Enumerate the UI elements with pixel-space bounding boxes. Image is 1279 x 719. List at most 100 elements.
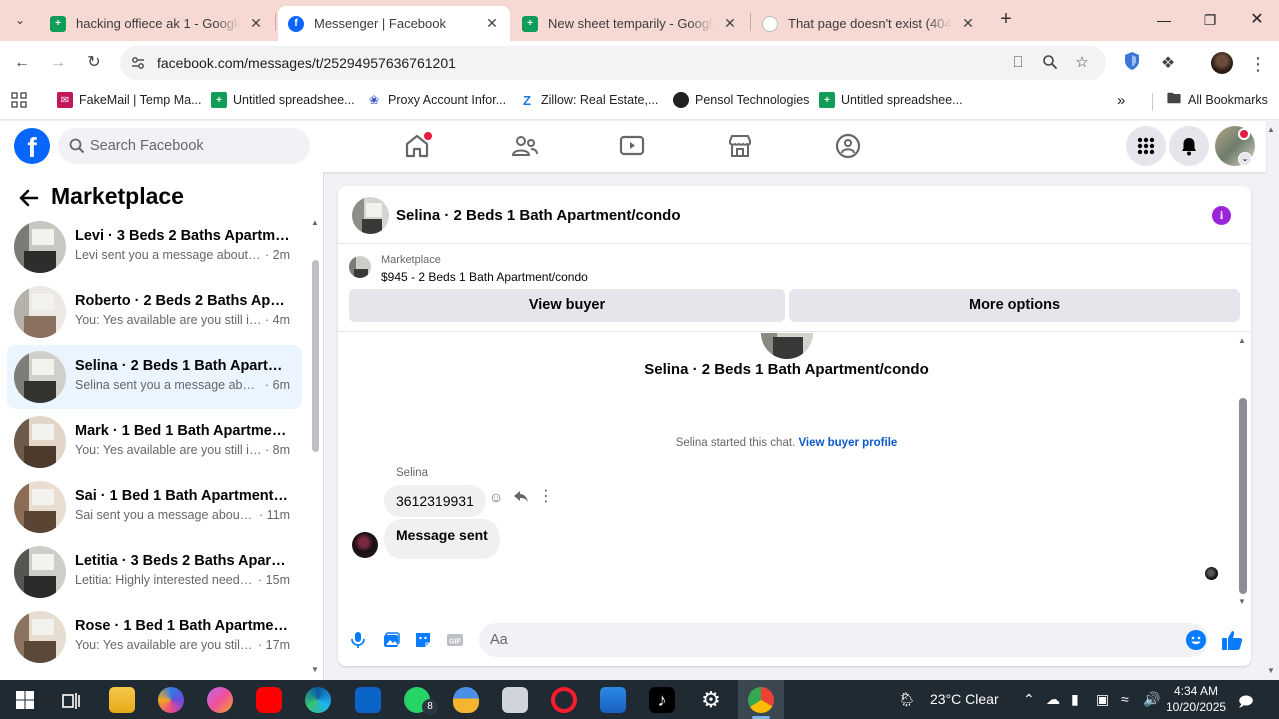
close-tab-icon[interactable]: ✕ xyxy=(248,15,264,32)
browser-tab-messenger[interactable]: f Messenger | Facebook ✕ xyxy=(278,6,510,41)
notifications-button[interactable] xyxy=(1169,126,1209,166)
chat-scroll-up-icon[interactable]: ▲ xyxy=(1238,336,1246,345)
apps-grid-icon[interactable] xyxy=(11,92,27,108)
tray-chevron-up-icon[interactable]: ⌃ xyxy=(1023,691,1035,708)
conversation-item[interactable]: Mark · 1 Bed 1 Bath Apartment/... You: Ye… xyxy=(7,410,302,474)
page-scroll-up-icon[interactable]: ▲ xyxy=(1267,125,1275,134)
photo-icon[interactable] xyxy=(381,630,401,650)
conversation-item[interactable]: Rose · 1 Bed 1 Bath Apartment/c... You: Y… xyxy=(7,605,302,669)
browser-tab-404[interactable]: That page doesn't exist (404) - Facebook… xyxy=(752,6,986,41)
browser-tab-sheets-2[interactable]: + New sheet temparily - Google Sheets ✕ xyxy=(512,6,748,41)
back-arrow-icon[interactable] xyxy=(17,186,41,210)
more-bookmarks-chevron-icon[interactable]: » xyxy=(1117,92,1125,109)
microphone-icon[interactable] xyxy=(348,630,368,650)
microsoft-store-icon[interactable] xyxy=(600,687,626,713)
app-settings-chip-icon[interactable] xyxy=(502,687,528,713)
new-tab-plus-icon[interactable]: + xyxy=(994,8,1018,32)
conversation-item[interactable]: Selina · 2 Beds 1 Bath Apartmen... Selina… xyxy=(7,345,302,409)
conversation-item[interactable]: Levi · 3 Beds 2 Baths Apartment... Levi s… xyxy=(7,215,302,279)
rewards-medal-icon[interactable] xyxy=(453,687,479,713)
battery-icon[interactable]: ▮ xyxy=(1071,691,1079,708)
bookmark-spreadsheet-1[interactable]: + Untitled spreadshee... xyxy=(211,92,355,108)
bookmark-zillow[interactable]: Z Zillow: Real Estate,... xyxy=(519,92,658,108)
address-bar[interactable]: facebook.com/messages/t/2529495763676120… xyxy=(120,46,1106,80)
speaker-volume-icon[interactable]: 🔊 xyxy=(1143,691,1160,708)
conversation-item[interactable]: Sai · 1 Bed 1 Bath Apartment/co... Sai se… xyxy=(7,475,302,539)
zoom-icon[interactable] xyxy=(1040,54,1060,74)
bookmark-proxy[interactable]: ❀ Proxy Account Infor... xyxy=(366,92,506,108)
task-view-icon[interactable] xyxy=(58,687,84,713)
react-emoji-icon[interactable]: ☺ xyxy=(487,488,505,506)
close-tab-icon[interactable]: ✕ xyxy=(484,15,500,32)
file-explorer-icon[interactable] xyxy=(109,687,135,713)
chat-scroll-down-icon[interactable]: ▼ xyxy=(1238,597,1246,606)
more-options-button[interactable]: More options xyxy=(789,289,1240,322)
shield-extension-icon[interactable] xyxy=(1121,51,1143,73)
tab-search-chevron-icon[interactable]: ⌄ xyxy=(8,8,32,32)
listing-thumbnail[interactable] xyxy=(349,256,371,278)
back-arrow-icon[interactable]: ← xyxy=(9,50,35,76)
menu-grid-button[interactable] xyxy=(1126,126,1166,166)
message-bubble[interactable]: 3612319931 xyxy=(384,485,486,517)
extensions-puzzle-icon[interactable]: ❖ xyxy=(1157,53,1179,75)
message-input[interactable] xyxy=(479,623,1208,657)
page-scroll-down-icon[interactable]: ▼ xyxy=(1267,666,1275,675)
tray-app-icon[interactable]: ▣ xyxy=(1096,691,1109,708)
reply-icon[interactable] xyxy=(512,488,530,506)
more-actions-icon[interactable]: ⋮ xyxy=(537,488,555,506)
settings-gear-icon[interactable]: ⚙ xyxy=(698,687,724,713)
chat-header-name[interactable]: Selina · 2 Beds 1 Bath Apartment/condo xyxy=(396,207,681,224)
profile-avatar[interactable] xyxy=(1211,52,1233,74)
close-tab-icon[interactable]: ✕ xyxy=(722,15,738,32)
opera-icon[interactable] xyxy=(551,687,577,713)
site-info-icon[interactable] xyxy=(130,55,146,71)
view-buyer-button[interactable]: View buyer xyxy=(349,289,785,322)
windows-start-icon[interactable] xyxy=(12,687,38,713)
chrome-menu-icon[interactable]: ⋮ xyxy=(1247,53,1269,75)
chat-header-avatar[interactable] xyxy=(352,197,389,234)
conversation-item[interactable]: Letitia · 3 Beds 2 Baths Apartme... Letit… xyxy=(7,540,302,604)
weather-icon[interactable]: 🌦 xyxy=(898,691,916,708)
conversation-item[interactable]: Roberto · 2 Beds 2 Baths Apart... You: Ye… xyxy=(7,280,302,344)
install-app-icon[interactable]: ⎕ xyxy=(1008,54,1028,74)
chat-scrollbar[interactable] xyxy=(1239,398,1247,594)
paint-app-icon[interactable] xyxy=(207,687,233,713)
bookmark-pensol[interactable]: Pensol Technologies xyxy=(673,92,809,108)
close-tab-icon[interactable]: ✕ xyxy=(960,15,976,32)
edge-browser-icon[interactable] xyxy=(305,687,331,713)
sidebar-scrollbar[interactable] xyxy=(312,260,319,452)
outlook-icon[interactable] xyxy=(355,687,381,713)
minimize-window-icon[interactable]: — xyxy=(1150,8,1178,32)
chrome-taskbar-icon[interactable] xyxy=(748,687,774,713)
weather-text[interactable]: 23°C Clear xyxy=(930,691,999,707)
browser-tab-sheets-1[interactable]: + hacking offiece ak 1 - Google Sheets ✕ xyxy=(40,6,274,41)
chevron-down-icon[interactable]: ⌄ xyxy=(1238,152,1252,166)
gif-icon[interactable]: GIF xyxy=(445,630,465,650)
sidebar-scroll-down-icon[interactable]: ▼ xyxy=(311,665,319,674)
marketplace-icon[interactable] xyxy=(725,131,755,161)
youtube-icon[interactable] xyxy=(256,687,282,713)
video-icon[interactable] xyxy=(617,131,647,161)
bookmark-star-icon[interactable]: ☆ xyxy=(1072,54,1092,74)
sidebar-scroll-up-icon[interactable]: ▲ xyxy=(311,218,319,227)
listing-price-title[interactable]: $945 - 2 Beds 1 Bath Apartment/condo xyxy=(381,270,588,284)
sticker-icon[interactable] xyxy=(413,630,433,650)
clock[interactable]: 4:34 AM 10/20/2025 xyxy=(1166,683,1226,715)
restore-window-icon[interactable]: ❐ xyxy=(1196,8,1224,32)
reload-icon[interactable]: ↻ xyxy=(81,50,107,76)
tiktok-icon[interactable]: ♪ xyxy=(649,687,675,713)
search-input[interactable] xyxy=(90,128,300,164)
copilot-icon[interactable] xyxy=(158,687,184,713)
message-bubble[interactable]: Message sent xyxy=(384,519,500,559)
close-window-icon[interactable]: ✕ xyxy=(1243,8,1271,32)
thumbs-up-like-icon[interactable] xyxy=(1220,628,1244,652)
notification-center-icon[interactable]: 🗩 xyxy=(1238,691,1254,715)
bookmark-spreadsheet-2[interactable]: + Untitled spreadshee... xyxy=(819,92,963,108)
sender-avatar[interactable] xyxy=(352,532,378,558)
bookmark-fakemail[interactable]: ✉ FakeMail | Temp Ma... xyxy=(57,92,202,108)
facebook-search[interactable] xyxy=(58,128,310,164)
view-buyer-profile-link[interactable]: View buyer profile xyxy=(798,437,897,449)
groups-icon[interactable] xyxy=(833,131,863,161)
emoji-icon[interactable] xyxy=(1186,630,1206,650)
facebook-logo-icon[interactable]: f xyxy=(14,128,50,164)
